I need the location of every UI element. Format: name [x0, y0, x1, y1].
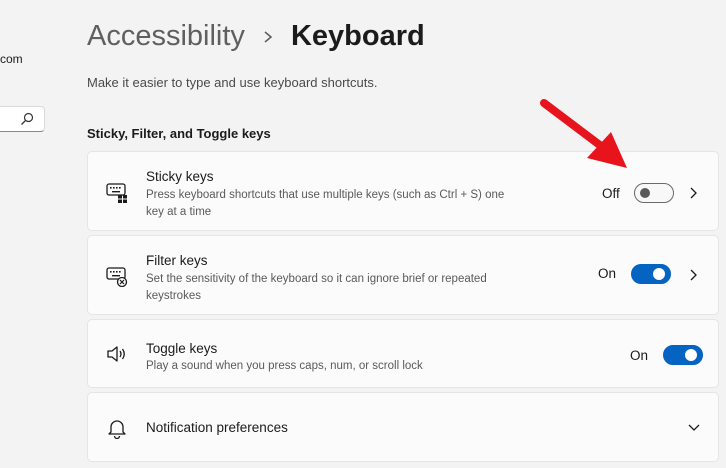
bell-icon	[108, 420, 126, 439]
sticky-keys-description: Press keyboard shortcuts that use multip…	[146, 189, 505, 218]
filter-keys-title: Filter keys	[146, 253, 208, 268]
toggle-keys-toggle[interactable]	[663, 345, 703, 365]
keyboard-filter-icon	[106, 267, 128, 287]
page-description: Make it easier to type and use keyboard …	[87, 75, 378, 90]
chevron-right-icon[interactable]	[688, 269, 700, 281]
breadcrumb-accessibility[interactable]: Accessibility	[87, 20, 245, 53]
notification-preferences-title: Notification preferences	[146, 420, 288, 435]
account-email: com	[0, 52, 23, 66]
toggle-knob	[640, 188, 650, 198]
section-title: Sticky, Filter, and Toggle keys	[87, 126, 271, 141]
toggle-keys-setting[interactable]: Toggle keys Play a sound when you press …	[87, 319, 719, 388]
filter-keys-setting[interactable]: Filter keys Set the sensitivity of the k…	[87, 235, 719, 315]
page-title: Keyboard	[290, 20, 425, 52]
sticky-keys-title: Sticky keys	[146, 169, 214, 184]
filter-keys-toggle[interactable]	[631, 264, 671, 284]
keyboard-sticky-icon	[106, 183, 127, 203]
search-input[interactable]	[0, 106, 45, 132]
chevron-down-icon[interactable]	[688, 422, 700, 434]
filter-keys-description: Set the sensitivity of the keyboard so i…	[146, 273, 487, 302]
annotation-arrow-icon	[540, 99, 627, 168]
toggle-keys-title: Toggle keys	[146, 341, 218, 356]
toggle-keys-state: On	[630, 348, 649, 363]
chevron-right-icon	[264, 30, 273, 43]
filter-keys-state: On	[598, 266, 617, 281]
toggle-keys-description: Play a sound when you press caps, num, o…	[146, 360, 423, 372]
toggle-knob	[685, 349, 697, 361]
toggle-knob	[653, 268, 665, 280]
speaker-icon	[107, 346, 125, 362]
breadcrumb: Accessibility Keyboard	[87, 20, 425, 53]
notification-preferences-setting[interactable]: Notification preferences	[87, 392, 719, 462]
search-icon[interactable]	[20, 112, 34, 126]
chevron-right-icon[interactable]	[688, 187, 700, 199]
sticky-keys-state: Off	[602, 186, 620, 201]
sidebar: com	[0, 0, 50, 468]
sticky-keys-toggle[interactable]	[634, 183, 674, 203]
